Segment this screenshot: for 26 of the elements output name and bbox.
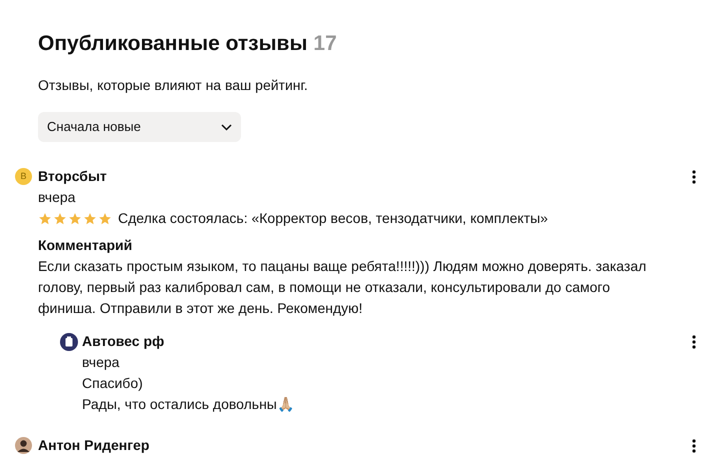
reply-text: Спасибо) [82, 374, 143, 393]
avatar-icon [15, 437, 32, 454]
more-icon[interactable] [692, 334, 696, 348]
star-icon [83, 212, 97, 226]
chevron-down-icon [221, 124, 232, 130]
page-title: Опубликованные отзывы [38, 31, 308, 57]
star-icon [68, 212, 82, 226]
subtitle: Отзывы, которые влияют на ваш рейтинг. [38, 76, 309, 95]
reply-text: Рады, что остались довольны🙏🏼 [82, 395, 294, 414]
star-icon [38, 212, 52, 226]
comment-text: Если сказать простым языком, то пацаны ваще ребята!!!!!))) Людям можно доверять. заказал голову, первый раз калибровал сам, в помощи не отказали, консультировали до самого финиша. Отправили в этот же день. Рекомендую! [38, 257, 648, 318]
review-count: 17 [313, 31, 337, 57]
author-name: Антон Риденгер [38, 436, 150, 455]
comment-label: Комментарий [38, 236, 132, 255]
avatar: В [15, 168, 32, 185]
sort-dropdown[interactable]: Сначала новые [38, 112, 241, 142]
author-name: Вторсбыт [38, 167, 107, 186]
author-name: Автовес рф [82, 332, 164, 351]
avatar-icon [60, 332, 78, 350]
more-icon[interactable] [692, 438, 696, 452]
reply-date: вчера [82, 353, 120, 372]
review-date: вчера [38, 188, 76, 207]
star-icon [98, 212, 112, 226]
star-icon [53, 212, 67, 226]
more-icon[interactable] [692, 170, 696, 184]
deal-info: Сделка состоялась: «Корректор весов, тензодатчики, комплекты» [118, 209, 548, 228]
